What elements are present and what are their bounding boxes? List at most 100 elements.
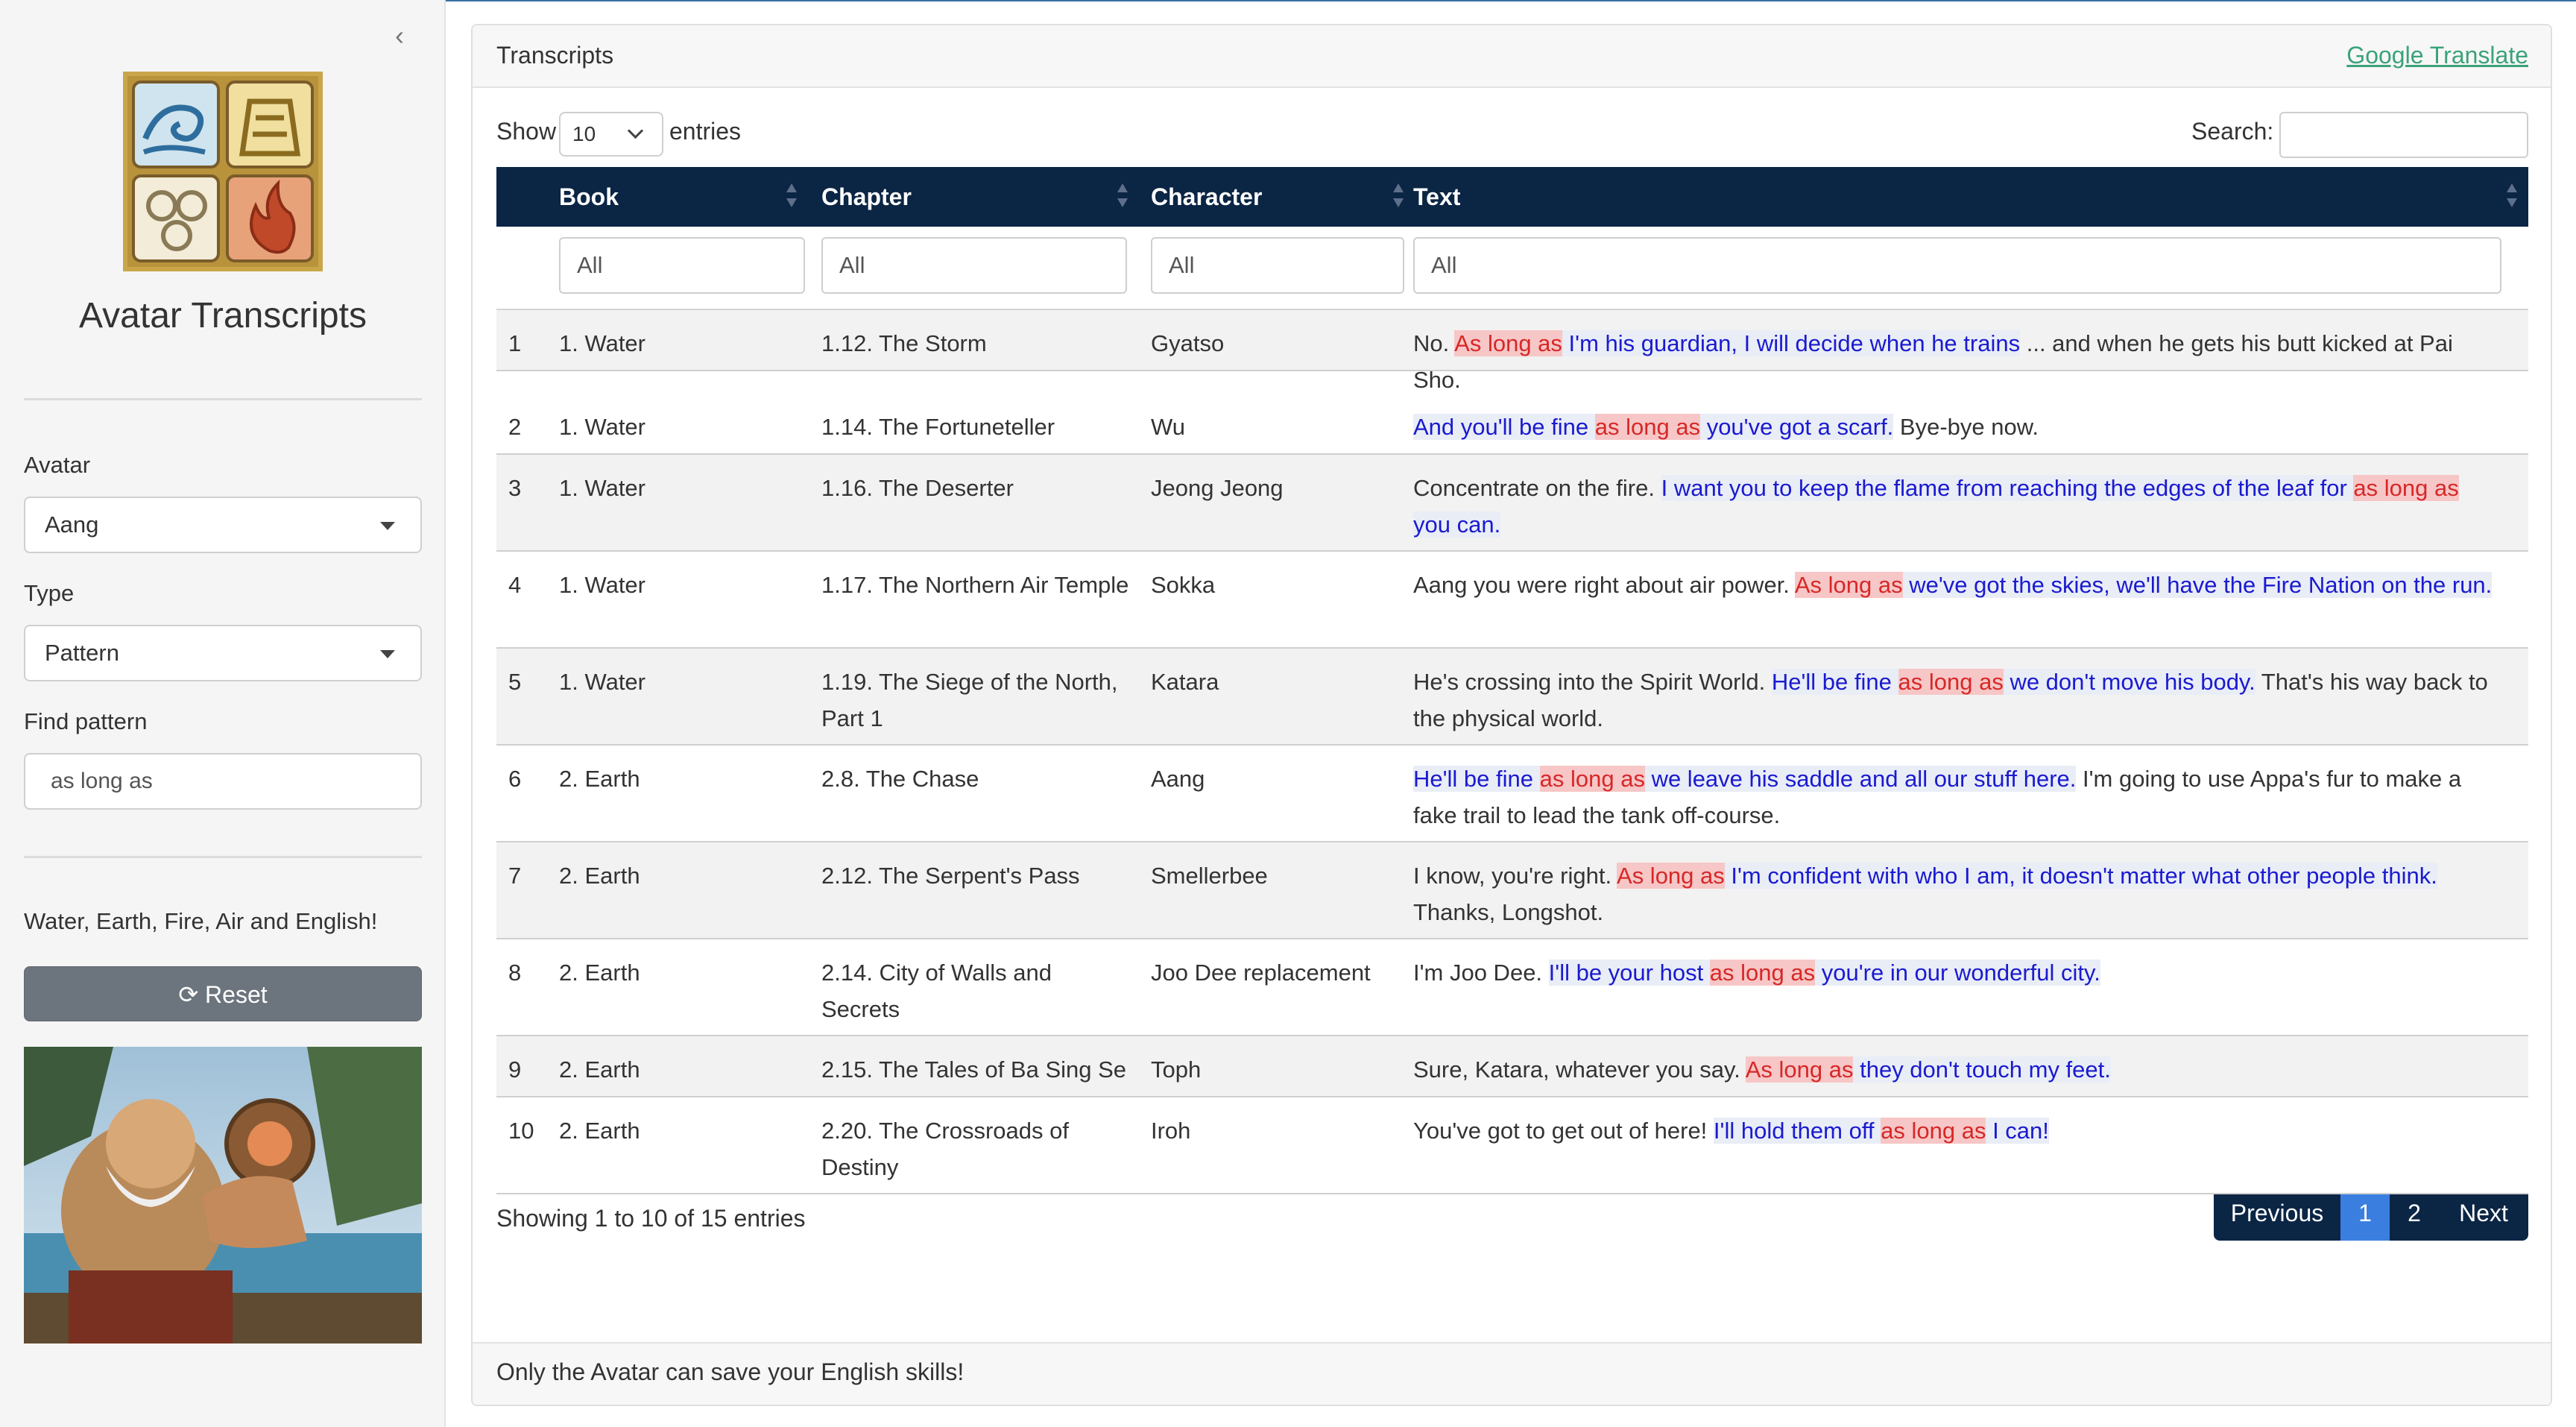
cell-text: I know, you're right. As long as I'm con…	[1413, 857, 2501, 930]
cell-character: Wu	[1151, 414, 1185, 440]
show-label: Show	[496, 118, 557, 145]
sort-icon[interactable]	[1391, 182, 1406, 212]
cell-character: Iroh	[1151, 1118, 1191, 1144]
cell-chapter: 2.14. City of Walls and Secrets	[821, 960, 1052, 1022]
cell-text: He's crossing into the Spirit World. He'…	[1413, 664, 2501, 737]
cell-book: 2. Earth	[559, 1056, 640, 1083]
cell-chapter: 1.19. The Siege of the North, Part 1	[821, 669, 1118, 731]
sidebar-divider	[24, 856, 422, 858]
matched-sentence: I want you to keep the flame from reachi…	[1661, 475, 2354, 501]
matched-sentence: we've got the skies, we'll have the Fire…	[1902, 572, 2493, 598]
pattern-highlight: As long as	[1617, 863, 1725, 889]
row-index: 1	[508, 330, 522, 356]
cell-text: Sure, Katara, whatever you say. As long …	[1413, 1051, 2501, 1088]
iroh-illustration	[24, 1047, 422, 1343]
cell-book: 1. Water	[559, 669, 645, 695]
filter-book[interactable]: All	[559, 237, 805, 294]
text-segment: Thanks, Longshot.	[1413, 899, 1604, 925]
row-index: 7	[508, 863, 522, 889]
table-row: 10 2. Earth 2.20. The Crossroads of Destin…	[496, 1097, 2528, 1194]
row-index: 5	[508, 669, 522, 695]
cell-character: Smellerbee	[1151, 863, 1268, 889]
column-header-book[interactable]: Book	[559, 167, 619, 227]
text-segment: No.	[1413, 330, 1455, 356]
column-header-character[interactable]: Character	[1151, 167, 1262, 227]
cell-chapter: 2.20. The Crossroads of Destiny	[821, 1118, 1069, 1180]
cell-character: Aang	[1151, 766, 1205, 792]
caret-down-icon	[380, 522, 395, 530]
text-segment: Concentrate on the fire.	[1413, 475, 1661, 501]
filter-text[interactable]: All	[1413, 237, 2501, 294]
matched-sentence: And you'll be fine	[1413, 414, 1595, 440]
row-index: 3	[508, 475, 522, 501]
pattern-highlight: as long as	[1898, 669, 2004, 695]
matched-sentence: I'll hold them off	[1713, 1118, 1881, 1144]
type-label: Type	[24, 580, 75, 606]
app-title: Avatar Transcripts	[79, 296, 367, 336]
find-pattern-label: Find pattern	[24, 708, 148, 734]
page-length-select[interactable]: 10	[559, 112, 663, 157]
avatar-select[interactable]: Aang	[24, 497, 422, 553]
pattern-highlight: As long as	[1794, 572, 1903, 598]
cell-book: 1. Water	[559, 572, 645, 598]
row-index: 9	[508, 1056, 522, 1083]
cell-chapter: 1.12. The Storm	[821, 330, 987, 356]
cell-book: 1. Water	[559, 475, 645, 501]
sort-icon[interactable]	[1115, 182, 1130, 212]
find-pattern-input[interactable]: as long as	[24, 753, 422, 810]
cell-character: Jeong Jeong	[1151, 475, 1284, 501]
search-label: Search:	[2191, 118, 2274, 145]
google-translate-link[interactable]: Google Translate	[2346, 42, 2528, 69]
cell-character: Katara	[1151, 669, 1219, 695]
reset-button[interactable]: ⟳ Reset	[24, 966, 422, 1021]
cell-text: No. As long as I'm his guardian, I will …	[1413, 325, 2501, 398]
filter-character[interactable]: All	[1151, 237, 1404, 294]
matched-sentence: I'll be your host	[1548, 960, 1710, 986]
cell-book: 1. Water	[559, 414, 645, 440]
filter-chapter[interactable]: All	[821, 237, 1127, 294]
column-header-text[interactable]: Text	[1413, 167, 1460, 227]
cell-text: He'll be fine as long as we leave his sa…	[1413, 760, 2501, 834]
table-row: 6 2. Earth 2.8. The Chase Aang He'll be fine…	[496, 746, 2528, 842]
chevron-down-icon	[627, 122, 644, 139]
cell-chapter: 1.16. The Deserter	[821, 475, 1014, 501]
cell-chapter: 2.8. The Chase	[821, 766, 979, 792]
table-row: 8 2. Earth 2.14. City of Walls and Secrets…	[496, 939, 2528, 1036]
table-row: 5 1. Water 1.19. The Siege of the North, P…	[496, 649, 2528, 746]
cell-character: Gyatso	[1151, 330, 1225, 356]
matched-sentence: I'm confident with who I am, it doesn't …	[1724, 863, 2437, 889]
table-row: 2 1. Water 1.14. The Fortuneteller Wu And yo…	[496, 394, 2528, 455]
cell-book: 2. Earth	[559, 863, 640, 889]
cell-character: Sokka	[1151, 572, 1216, 598]
matched-sentence: they don't touch my feet.	[1853, 1056, 2111, 1083]
type-select[interactable]: Pattern	[24, 625, 422, 681]
collapse-sidebar-chevron-left-icon[interactable]: ‹	[385, 21, 414, 51]
table-header: Book Chapter Character Text	[496, 167, 2528, 227]
cell-text: Concentrate on the fire. I want you to k…	[1413, 470, 2501, 543]
matched-sentence: you're in our wonderful city.	[1815, 960, 2100, 986]
matched-sentence: I'm his guardian, I will decide when he …	[1562, 330, 2021, 356]
sort-icon[interactable]	[2504, 182, 2519, 212]
row-index: 2	[508, 414, 522, 440]
search-input[interactable]	[2279, 112, 2528, 158]
pattern-highlight: as long as	[1594, 414, 1701, 440]
pattern-highlight: as long as	[1881, 1118, 1986, 1144]
cell-chapter: 2.12. The Serpent's Pass	[821, 863, 1080, 889]
caret-down-icon	[380, 650, 395, 658]
matched-sentence: I can!	[1986, 1118, 2049, 1144]
pattern-highlight: As long as	[1454, 330, 1562, 356]
tagline: Water, Earth, Fire, Air and English!	[24, 908, 378, 934]
sort-icon[interactable]	[784, 182, 799, 212]
card-title: Transcripts	[496, 42, 614, 69]
table-row: 3 1. Water 1.16. The Deserter Jeong Jeong Co…	[496, 455, 2528, 552]
row-index: 10	[508, 1118, 534, 1144]
matched-sentence: you can.	[1413, 511, 1501, 538]
cell-text: You've got to get out of here! I'll hold…	[1413, 1112, 2501, 1149]
sidebar-divider	[24, 398, 422, 400]
column-header-chapter[interactable]: Chapter	[821, 167, 912, 227]
table-row: 1 1. Water 1.12. The Storm Gyatso No. As lon…	[496, 310, 2528, 393]
row-index: 8	[508, 960, 522, 986]
text-segment: You've got to get out of here!	[1413, 1118, 1714, 1144]
cell-book: 2. Earth	[559, 960, 640, 986]
filter-row: All All All All	[496, 227, 2528, 310]
